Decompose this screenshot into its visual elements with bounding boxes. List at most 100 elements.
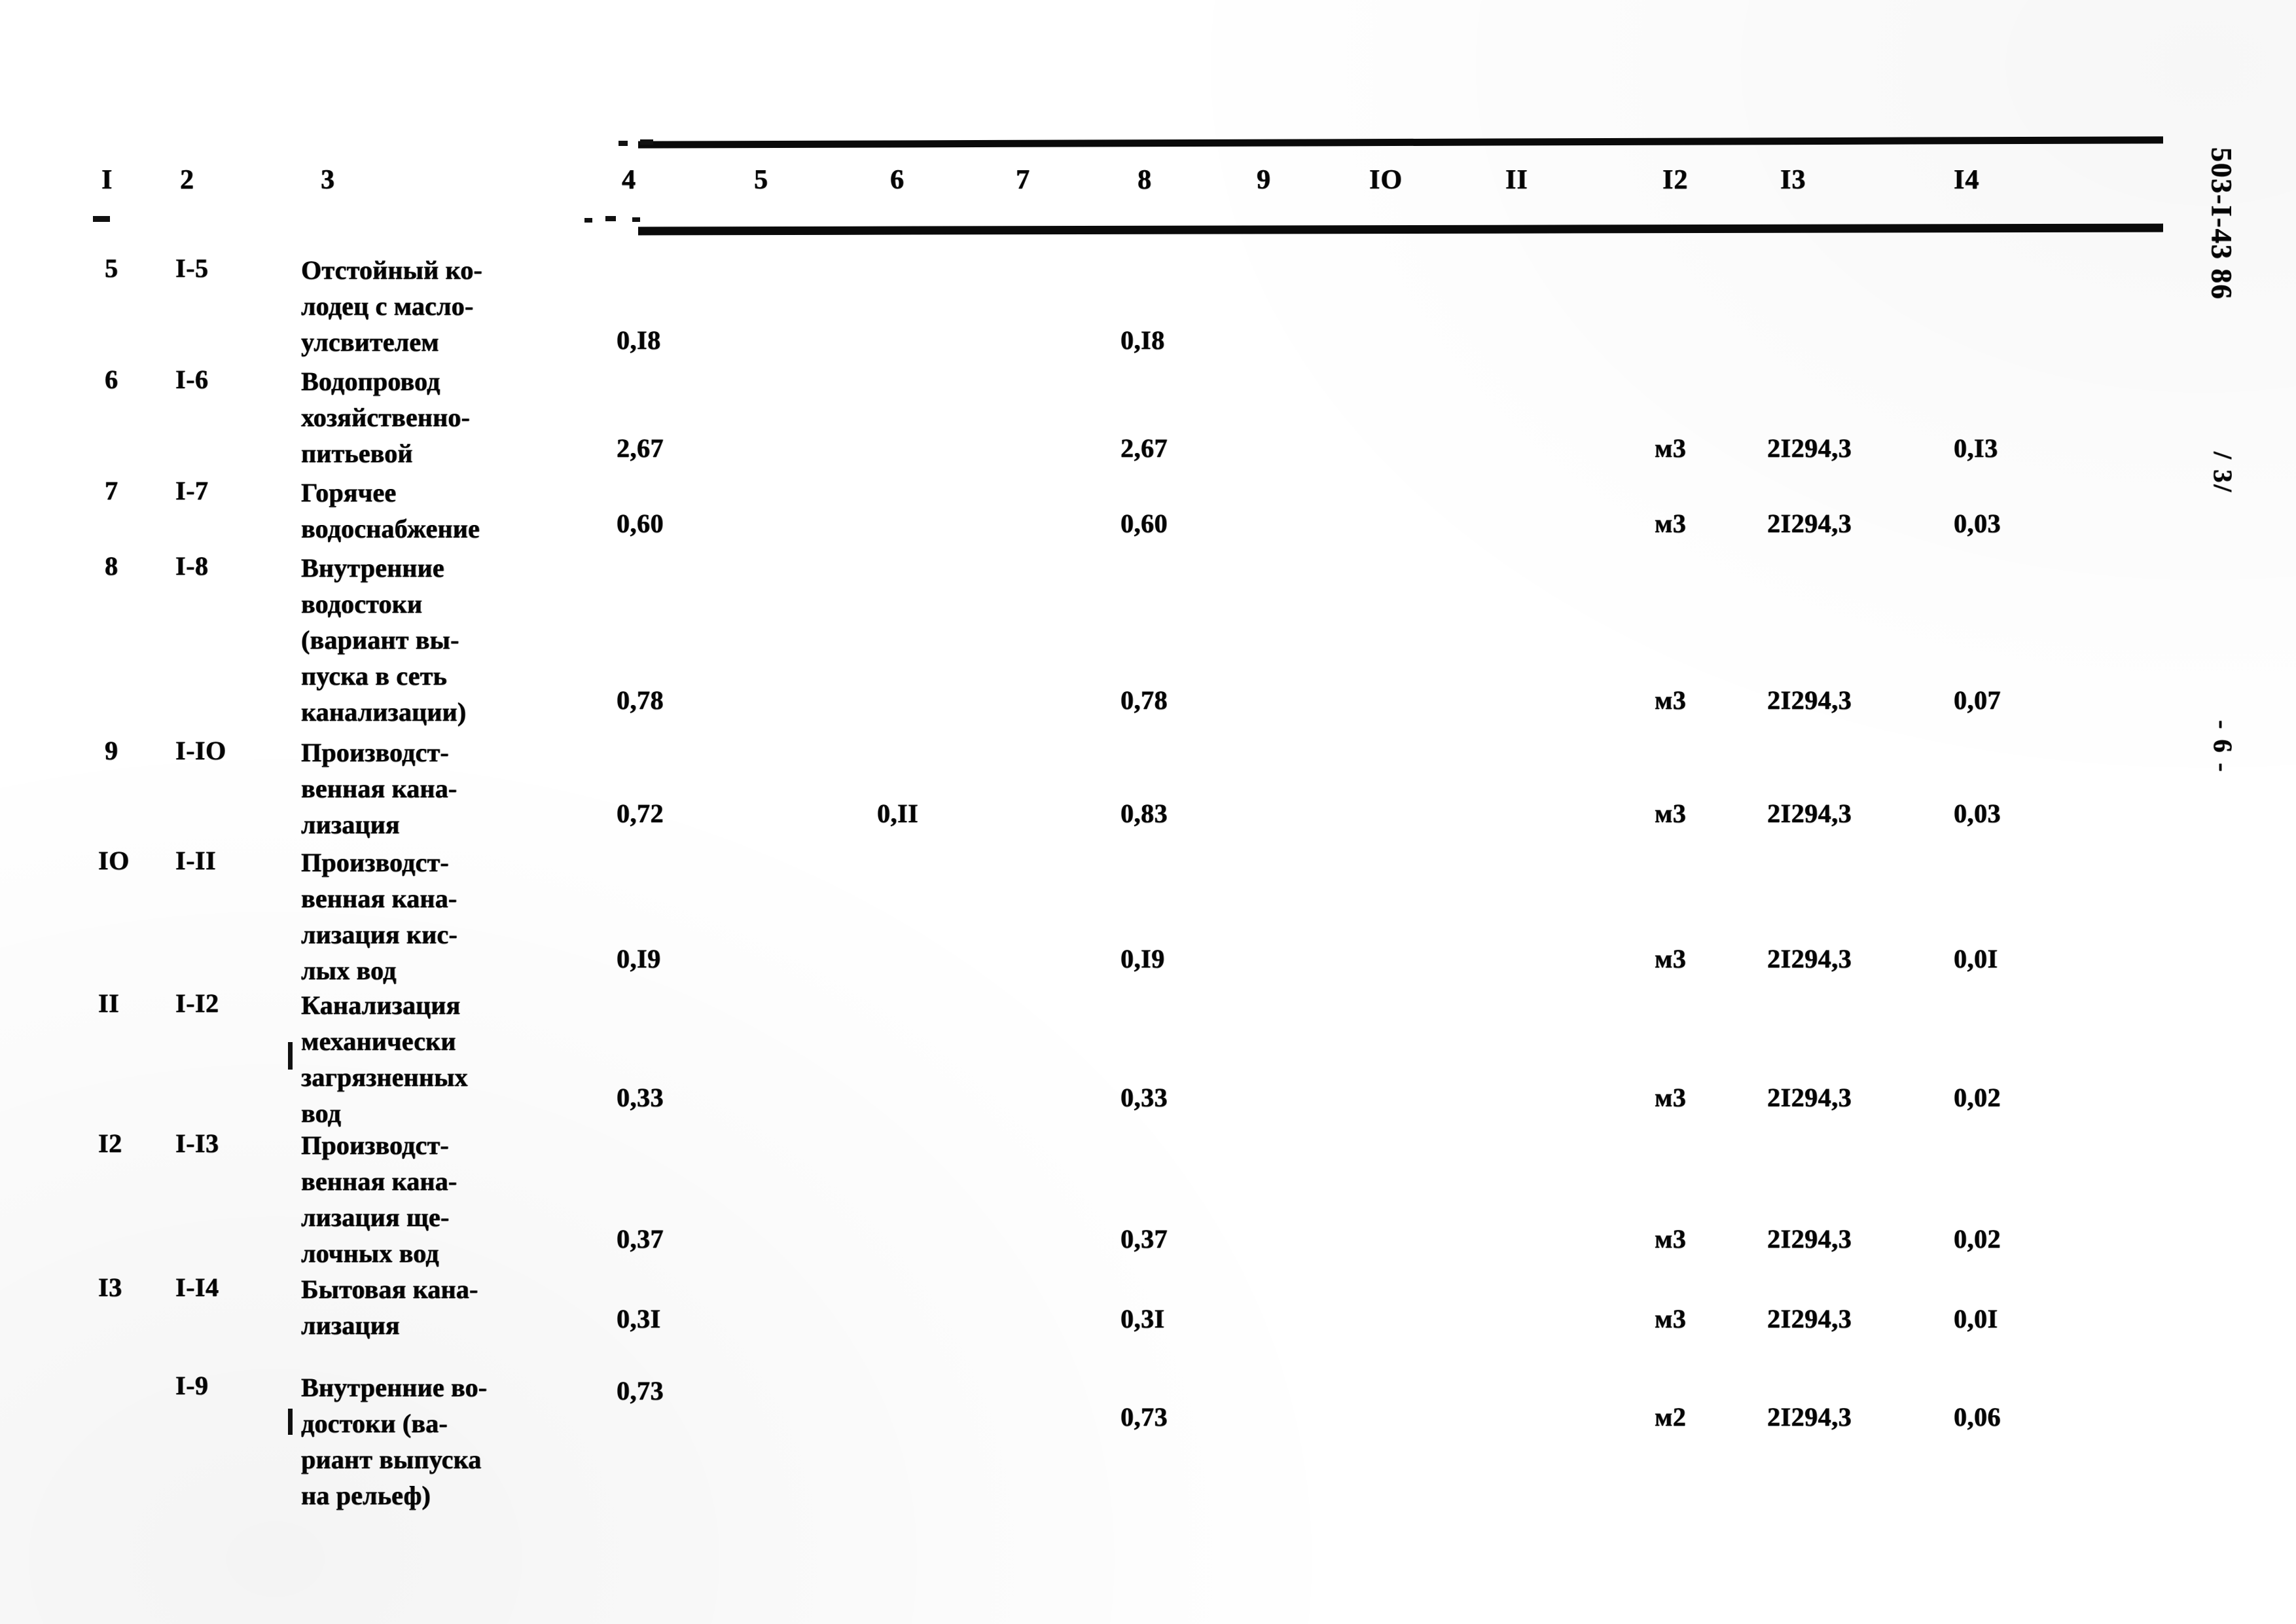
row-code: I-II	[175, 846, 217, 875]
row-number: 6	[105, 365, 118, 394]
desc-line: Отстойный ко-	[301, 255, 482, 285]
row-number: I3	[98, 1272, 122, 1302]
column-header-12: I2	[1662, 165, 1689, 195]
value-col-4: 0,78	[617, 685, 664, 715]
value-col-13: 2I294,3	[1767, 433, 1852, 463]
row-description: Производст- венная кана- лизация кис- лы…	[301, 844, 457, 988]
column-header-1: I	[101, 165, 113, 195]
row-code: I-I2	[175, 988, 219, 1018]
row-description: Водопровод хозяйственно- питьевой	[301, 363, 470, 471]
column-header-3: 3	[321, 165, 335, 195]
value-col-14: 0,06	[1954, 1402, 2001, 1432]
desc-line: лизация	[301, 810, 400, 839]
page-number: - 6 -	[2208, 720, 2238, 774]
desc-line: вод	[301, 1098, 342, 1128]
value-col-13: 2I294,3	[1767, 799, 1852, 828]
value-col-4: 0,60	[617, 509, 664, 538]
value-col-13: 2I294,3	[1767, 1083, 1852, 1112]
value-col-12: м2	[1655, 1402, 1687, 1432]
desc-line: механически	[301, 1026, 456, 1056]
row-description: Внутренние во- достоки (ва- риант выпуск…	[301, 1369, 487, 1513]
desc-line: венная кана-	[301, 1166, 457, 1196]
desc-line: водоснабжение	[301, 514, 480, 543]
value-col-12: м3	[1655, 799, 1687, 828]
value-col-12: м3	[1655, 509, 1687, 538]
row-number: II	[98, 988, 120, 1018]
value-col-4: 0,37	[617, 1224, 664, 1254]
desc-line: достоки (ва-	[301, 1409, 448, 1438]
value-col-4: 2,67	[617, 433, 664, 463]
row-code: I-I4	[175, 1272, 219, 1302]
value-col-14: 0,0I	[1954, 944, 1998, 973]
value-col-13: 2I294,3	[1767, 685, 1852, 715]
value-col-12: м3	[1655, 1224, 1687, 1254]
row-code: I-I3	[175, 1128, 219, 1158]
value-col-14: 0,03	[1954, 799, 2001, 828]
row-code: I-IO	[175, 736, 226, 765]
value-col-4: 0,72	[617, 799, 664, 828]
row-description: Бытовая кана- лизация	[301, 1271, 478, 1343]
scan-speck	[619, 141, 628, 146]
value-col-6: 0,II	[877, 799, 919, 828]
desc-line: венная кана-	[301, 774, 457, 803]
desc-line: Внутренние во-	[301, 1373, 488, 1402]
column-header-2: 2	[180, 165, 194, 195]
value-col-8: 0,3I	[1121, 1304, 1165, 1333]
desc-line: пуска в сеть	[301, 661, 447, 691]
value-col-8: 0,I8	[1121, 325, 1165, 355]
value-col-13: 2I294,3	[1767, 1402, 1852, 1432]
row-description: Отстойный ко- лодец с масло- улсвителем	[301, 252, 482, 360]
desc-line: лодец с масло-	[301, 291, 474, 321]
value-col-8: 0,I9	[1121, 944, 1165, 973]
desc-line: хозяйственно-	[301, 403, 471, 432]
column-header-13: I3	[1780, 165, 1806, 195]
value-col-4: 0,3I	[617, 1304, 661, 1333]
value-col-13: 2I294,3	[1767, 509, 1852, 538]
desc-line: Бытовая кана-	[301, 1274, 478, 1304]
value-col-14: 0,07	[1954, 685, 2001, 715]
value-col-8: 0,73	[1121, 1402, 1168, 1432]
value-col-12: м3	[1655, 433, 1687, 463]
row-code: I-7	[175, 476, 209, 505]
value-col-12: м3	[1655, 685, 1687, 715]
row-code: I-8	[175, 551, 209, 581]
value-col-8: 0,60	[1121, 509, 1168, 538]
value-col-13: 2I294,3	[1767, 944, 1852, 973]
desc-line: риант выпуска	[301, 1445, 482, 1474]
row-description: Внутренние водостоки (вариант вы- пуска …	[301, 550, 466, 730]
desc-line: улсвителем	[301, 327, 439, 357]
row-code: I-6	[175, 365, 209, 394]
row-number: I2	[98, 1128, 122, 1158]
value-col-14: 0,02	[1954, 1224, 2001, 1254]
row-description: Производст- венная кана- лизация ще- лоч…	[301, 1127, 457, 1271]
value-col-8: 0,78	[1121, 685, 1168, 715]
desc-line: лых вод	[301, 956, 397, 985]
scan-speck	[640, 139, 653, 145]
scan-speck	[93, 216, 110, 222]
column-header-8: 8	[1138, 165, 1152, 195]
column-header-5: 5	[754, 165, 768, 195]
desc-line: лизация	[301, 1310, 400, 1340]
row-code: I-9	[175, 1371, 209, 1400]
table-header-bottom-rule	[637, 223, 2164, 236]
desc-line: Производст-	[301, 1130, 449, 1160]
row-description: Канализация механически загрязненных вод	[301, 987, 468, 1131]
row-number: 7	[105, 476, 118, 505]
row-number: 9	[105, 736, 118, 765]
column-header-9: 9	[1257, 165, 1271, 195]
column-header-4: 4	[622, 165, 636, 195]
scan-speck	[288, 1042, 293, 1070]
value-col-14: 0,03	[1954, 509, 2001, 538]
desc-line: питьевой	[301, 439, 413, 468]
value-col-12: м3	[1655, 1304, 1687, 1333]
value-col-13: 2I294,3	[1767, 1304, 1852, 1333]
desc-line: канализации)	[301, 697, 467, 727]
desc-line: (вариант вы-	[301, 625, 459, 655]
value-col-8: 0,83	[1121, 799, 1168, 828]
desc-line: водостоки	[301, 589, 423, 619]
desc-line: Производст-	[301, 738, 449, 767]
value-col-4: 0,I8	[617, 325, 661, 355]
row-number: IO	[98, 846, 130, 875]
desc-line: Производст-	[301, 848, 449, 877]
value-col-12: м3	[1655, 944, 1687, 973]
